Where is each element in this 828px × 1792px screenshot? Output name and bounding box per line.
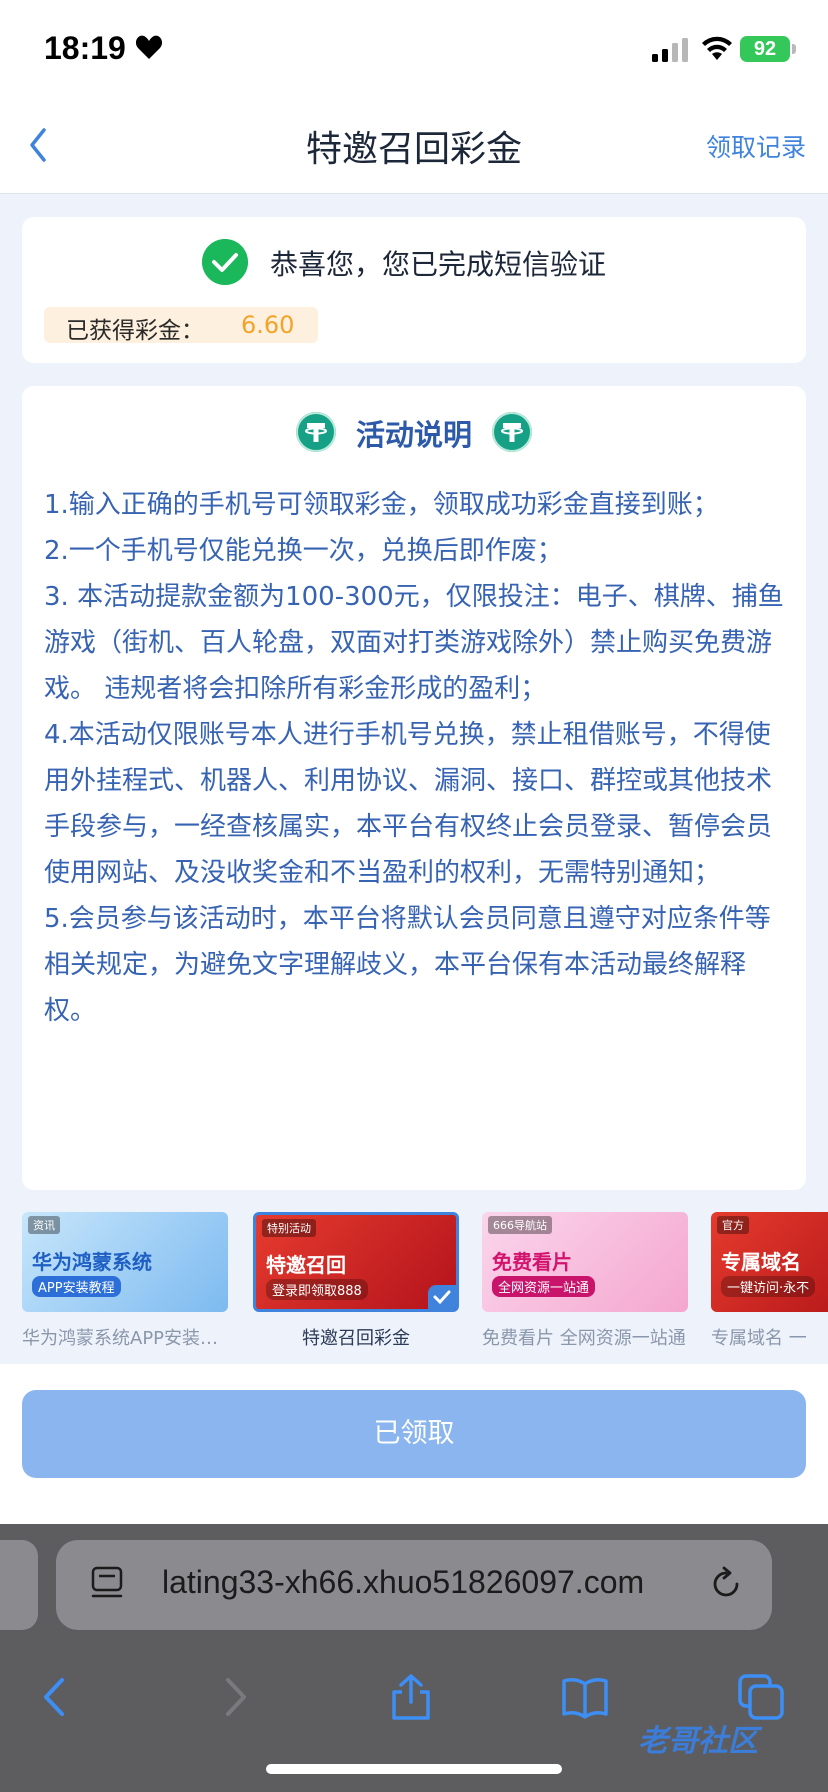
banner-headline: 特邀召回 bbox=[266, 1253, 346, 1277]
rule-item: 2.一个手机号仅能兑换一次，兑换后即作废； bbox=[44, 536, 563, 566]
tabs-icon[interactable] bbox=[736, 1672, 786, 1722]
banner-tag: 666导航站 bbox=[488, 1216, 552, 1234]
banner-headline: 华为鸿蒙系统 bbox=[32, 1250, 152, 1274]
rules-title: 活动说明 bbox=[355, 418, 472, 452]
battery-icon: 92 bbox=[740, 36, 790, 62]
bonus-label: 已获得彩金： bbox=[66, 318, 204, 344]
rule-item: 4.本活动仅限账号本人进行手机号兑换，禁止租借账号，不得使用外挂程式、机器人、利… bbox=[44, 720, 773, 888]
reload-icon[interactable] bbox=[708, 1566, 744, 1602]
page-menu-icon[interactable] bbox=[90, 1566, 124, 1602]
banner-caption[interactable]: 华为鸿蒙系统APP安装教程 bbox=[22, 1324, 228, 1350]
banner-tag: 特别活动 bbox=[262, 1219, 316, 1237]
promo-banner[interactable]: 666导航站 免费看片 全网资源一站通 bbox=[482, 1212, 688, 1312]
rule-item: 5.会员参与该活动时，本平台将默认会员同意且遵守对应条件等相关规定，为避免文字理… bbox=[44, 904, 771, 1026]
home-indicator[interactable] bbox=[266, 1764, 562, 1774]
claimed-button[interactable]: 已领取 bbox=[22, 1390, 806, 1478]
banner-subline: APP安装教程 bbox=[32, 1276, 121, 1297]
status-time: 18:19 bbox=[44, 30, 126, 66]
rules-list: 1.输入正确的手机号可领取彩金，领取成功彩金直接到账； 2.一个手机号仅能兑换一… bbox=[44, 482, 794, 1034]
tether-coin-icon bbox=[492, 412, 532, 452]
action-area: 已领取 bbox=[0, 1364, 828, 1524]
rule-item: 3. 本活动提款金额为100-300元，仅限投注：电子、棋牌、捕鱼游戏（街机、百… bbox=[44, 582, 784, 704]
banner-caption[interactable]: 免费看片 全网资源一站通 bbox=[482, 1324, 688, 1350]
page-title: 特邀召回彩金 bbox=[305, 129, 522, 170]
rule-item: 1.输入正确的手机号可领取彩金，领取成功彩金直接到账； bbox=[44, 490, 719, 520]
checkmark-icon bbox=[202, 239, 248, 285]
address-bar[interactable]: lating33-xh66.xhuo51826097.com bbox=[56, 1540, 772, 1630]
promo-banner-carousel[interactable]: 资讯 华为鸿蒙系统 APP安装教程 华为鸿蒙系统APP安装教程 特别活动 特邀召… bbox=[0, 1204, 828, 1364]
verification-success-card: 恭喜您，您已完成短信验证 已获得彩金： 6.60 bbox=[22, 217, 806, 363]
claim-history-link[interactable]: 领取记录 bbox=[706, 128, 806, 164]
bookmarks-icon[interactable] bbox=[560, 1672, 610, 1722]
success-message: 恭喜您，您已完成短信验证 bbox=[270, 248, 607, 281]
banner-subline: 全网资源一站通 bbox=[492, 1276, 596, 1297]
selected-check-icon bbox=[428, 1285, 456, 1309]
banner-tag: 资讯 bbox=[28, 1216, 60, 1234]
promo-banner-selected[interactable]: 特别活动 特邀召回 登录即领取888 bbox=[253, 1212, 459, 1312]
banner-headline: 免费看片 bbox=[492, 1250, 572, 1274]
banner-tag: 官方 bbox=[717, 1216, 749, 1234]
banner-headline: 专属域名 bbox=[721, 1250, 801, 1274]
bonus-summary: 已获得彩金： 6.60 bbox=[44, 307, 318, 344]
wifi-icon bbox=[702, 36, 732, 60]
heart-icon bbox=[135, 35, 163, 59]
nav-bar: 特邀召回彩金 领取记录 bbox=[0, 96, 828, 194]
promo-banner[interactable]: 资讯 华为鸿蒙系统 APP安装教程 bbox=[22, 1212, 228, 1312]
bonus-value: 6.60 bbox=[241, 311, 295, 339]
promo-banner[interactable]: 官方 专属域名 一键访问·永不 bbox=[711, 1212, 828, 1312]
activity-rules-card: 活动说明 1.输入正确的手机号可领取彩金，领取成功彩金直接到账； 2.一个手机号… bbox=[22, 386, 806, 1190]
banner-caption[interactable]: 专属域名 一 bbox=[711, 1324, 828, 1350]
share-icon[interactable] bbox=[386, 1672, 436, 1722]
battery-tip bbox=[792, 44, 796, 54]
previous-tab-stub[interactable] bbox=[0, 1540, 38, 1630]
banner-subline: 一键访问·永不 bbox=[721, 1276, 816, 1297]
banner-subline: 登录即领取888 bbox=[266, 1279, 368, 1300]
battery-level: 92 bbox=[753, 38, 777, 60]
banner-caption[interactable]: 特邀召回彩金 bbox=[253, 1324, 459, 1350]
browser-back-icon[interactable] bbox=[32, 1672, 82, 1722]
cellular-signal-icon bbox=[652, 38, 688, 62]
browser-forward-icon[interactable] bbox=[210, 1672, 260, 1722]
watermark-logo: 老哥社区 bbox=[638, 1724, 758, 1759]
url-text[interactable]: lating33-xh66.xhuo51826097.com bbox=[162, 1564, 644, 1601]
status-bar: 18:19 92 bbox=[0, 0, 828, 96]
